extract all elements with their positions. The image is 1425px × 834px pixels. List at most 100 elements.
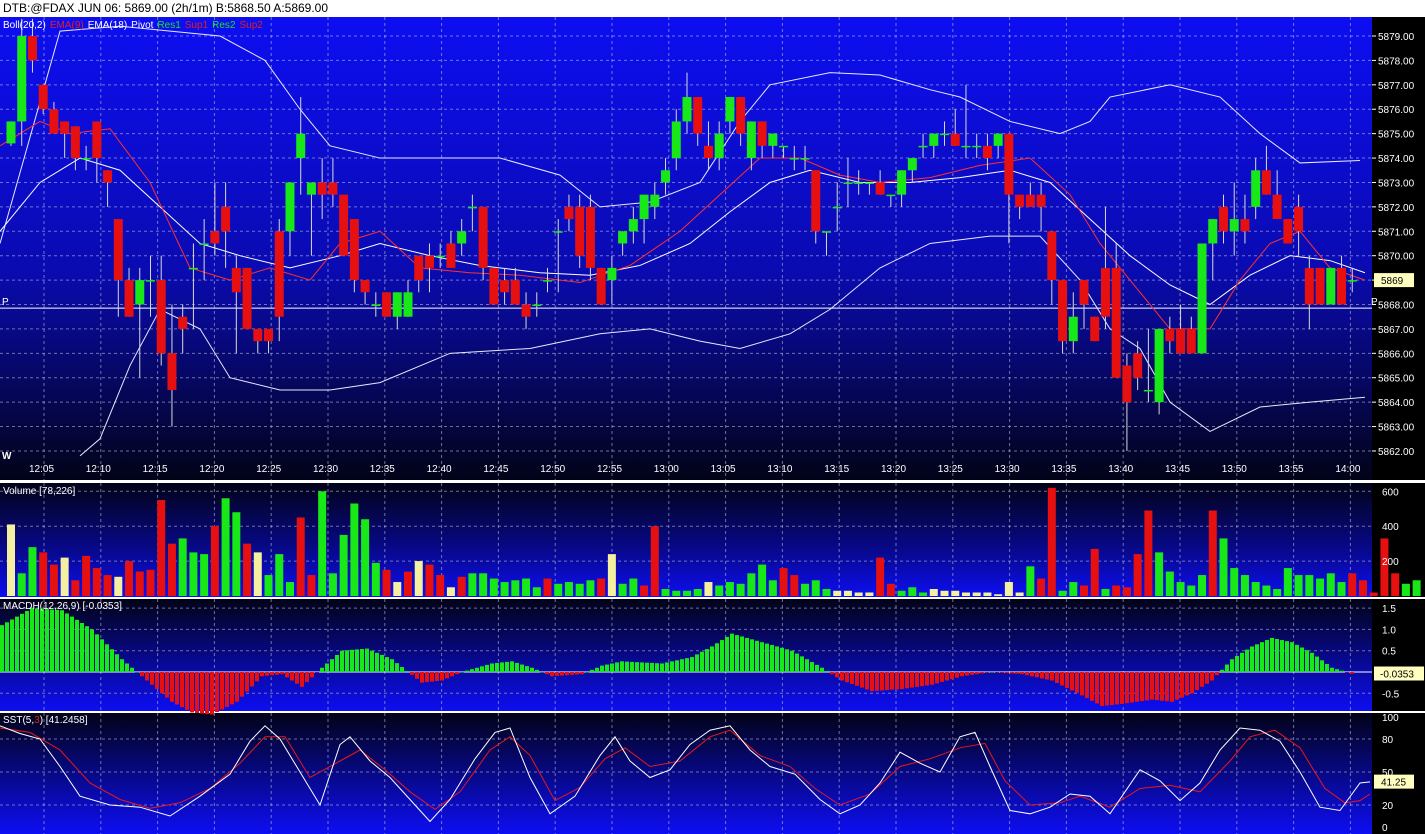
volume-bar [833, 590, 842, 596]
macd-tick-label: 1.5 [1382, 604, 1396, 615]
candle-body [1079, 280, 1089, 305]
candle-body [982, 145, 992, 159]
macd-bar [90, 629, 94, 672]
macd-bar [335, 654, 339, 672]
volume-bar [157, 500, 166, 596]
candle-body [543, 280, 552, 282]
time-tick-label: 13:40 [1108, 464, 1133, 475]
candle-body [564, 206, 574, 220]
macd-bar [310, 672, 314, 678]
macd-bar [685, 658, 689, 672]
candle-body [929, 133, 939, 146]
macd-bar [1305, 650, 1309, 672]
macd-bar [565, 672, 569, 676]
macd-bar [1160, 672, 1164, 701]
macd-bar [1245, 649, 1249, 672]
candle-body [264, 328, 274, 342]
macd-bar [1350, 672, 1354, 674]
macd-bar [785, 649, 789, 672]
volume-bar [17, 573, 26, 596]
price-tick-label: 5879.00 [1378, 32, 1415, 43]
macd-bar [1035, 672, 1039, 678]
volume-bar [1326, 573, 1335, 596]
macd-bar [1140, 672, 1144, 702]
macd-bar [525, 666, 529, 672]
macd-bar [1195, 672, 1199, 691]
macd-bar [1290, 642, 1294, 672]
macd-bar [435, 672, 439, 682]
macd-bar [315, 672, 319, 673]
candle-body [843, 182, 853, 184]
macd-bar [1235, 656, 1239, 672]
macd-bar [1175, 672, 1179, 700]
volume-bar [1412, 580, 1421, 596]
macd-bar [150, 672, 154, 685]
volume-bar [264, 575, 273, 596]
candle-body [714, 133, 724, 159]
macd-bar [935, 672, 939, 684]
volume-bar [629, 578, 638, 596]
volume-bar [940, 590, 949, 596]
macd-bar [55, 609, 59, 672]
candle-body [478, 206, 488, 268]
candle-body [1283, 219, 1293, 244]
volume-bar [1358, 580, 1367, 596]
macd-bar [760, 642, 764, 672]
candle-body [1165, 328, 1175, 342]
candle-body [1036, 194, 1046, 207]
macd-bar [810, 662, 814, 672]
macd-bar [910, 672, 914, 688]
macd-bar [1025, 672, 1029, 676]
macd-bar [975, 672, 979, 675]
macd-bar [125, 663, 129, 672]
macd-bar [695, 654, 699, 672]
macd-bar [1270, 637, 1274, 672]
macd-bar [190, 672, 194, 713]
candle-body [1294, 206, 1304, 232]
sst-tick-label: 80 [1382, 735, 1394, 746]
candle-body [1326, 267, 1336, 305]
candle-body [618, 231, 628, 244]
time-tick-label: 13:20 [881, 464, 906, 475]
time-tick-label: 14:00 [1335, 464, 1360, 475]
macd-bar [830, 672, 834, 675]
macd-bar [845, 672, 849, 683]
macd-bar [115, 654, 119, 672]
volume-bar [275, 554, 284, 596]
macd-bar [745, 637, 749, 672]
candle-body [940, 133, 950, 136]
macd-bar [235, 672, 239, 702]
volume-bar [736, 583, 745, 596]
volume-bar [1112, 585, 1121, 596]
volume-bar [865, 592, 874, 596]
macd-bar [820, 667, 824, 672]
volume-bar [468, 573, 477, 596]
macd-bar [1095, 672, 1099, 704]
macd-bar [950, 672, 954, 680]
candle-body [875, 182, 885, 195]
macd-bar [955, 672, 959, 678]
volume-bar [243, 543, 252, 596]
candle-body [768, 133, 778, 146]
candle-body [382, 292, 392, 317]
volume-bar [768, 580, 777, 596]
macd-bar [375, 652, 379, 672]
candle-body [789, 158, 799, 160]
volume-bar [210, 526, 219, 596]
candle-body [575, 206, 585, 256]
volume-bar [114, 576, 123, 596]
macd-bar [1325, 664, 1329, 672]
volume-bar [854, 592, 863, 596]
macd-bar [605, 664, 609, 672]
candle-body [993, 133, 1003, 146]
macd-bar [1340, 670, 1344, 672]
candle-body [360, 280, 370, 293]
candle-body [1304, 267, 1314, 305]
time-tick-label: 12:20 [199, 464, 224, 475]
candle-body [1240, 219, 1250, 232]
macd-bar [1260, 642, 1264, 672]
volume-bar [221, 498, 230, 596]
candle-body [907, 158, 917, 171]
candle-body [285, 182, 295, 232]
candle-body [349, 219, 359, 281]
